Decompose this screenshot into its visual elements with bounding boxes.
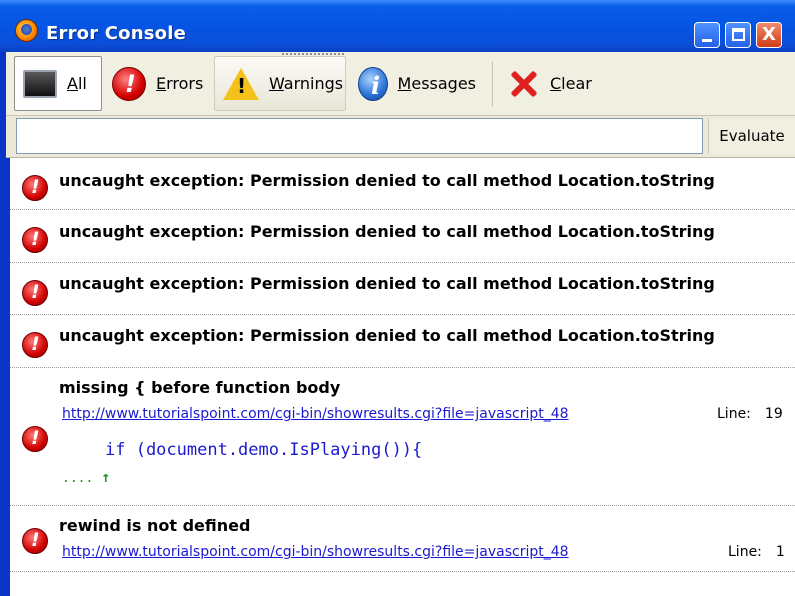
error-line-number: Line: 1: [728, 544, 785, 560]
error-caret: .... ↑: [62, 468, 111, 486]
error-icon: [22, 528, 48, 554]
error-icon: [22, 280, 48, 306]
error-source-code: if (document.demo.IsPlaying()){: [105, 440, 423, 460]
error-icon: [22, 227, 48, 253]
toolbar-grip: [282, 53, 346, 55]
firefox-logo-icon: [15, 19, 38, 42]
minimize-button[interactable]: [694, 22, 720, 48]
info-icon: [358, 66, 388, 101]
clear-button[interactable]: Clear: [498, 56, 602, 111]
error-icon: [112, 66, 146, 101]
filter-messages-label: Messages: [397, 74, 476, 93]
list-item[interactable]: rewind is not defined http://www.tutoria…: [10, 506, 795, 572]
title-bar[interactable]: Error Console X: [0, 0, 795, 52]
close-icon: X: [762, 24, 776, 45]
evaluate-input[interactable]: [16, 118, 703, 154]
close-button[interactable]: X: [756, 22, 782, 48]
filter-all-button[interactable]: All: [14, 56, 102, 111]
error-message: uncaught exception: Permission denied to…: [59, 274, 715, 293]
warning-icon: [223, 67, 259, 100]
filter-messages-button[interactable]: Messages: [350, 56, 484, 111]
error-source-link[interactable]: http://www.tutorialspoint.com/cgi-bin/sh…: [62, 544, 569, 560]
filter-errors-label: Errors: [156, 74, 204, 93]
error-message: uncaught exception: Permission denied to…: [59, 326, 715, 345]
console-icon: [23, 69, 57, 98]
list-item[interactable]: uncaught exception: Permission denied to…: [10, 210, 795, 263]
error-line-number: Line: 19: [717, 406, 783, 422]
error-message: uncaught exception: Permission denied to…: [59, 171, 715, 190]
filter-warnings-button[interactable]: Warnings: [214, 56, 346, 111]
filter-warnings-label: Warnings: [269, 74, 344, 93]
window-title: Error Console: [46, 23, 187, 44]
maximize-icon: [732, 28, 745, 41]
error-source-link[interactable]: http://www.tutorialspoint.com/cgi-bin/sh…: [62, 406, 569, 422]
error-message: uncaught exception: Permission denied to…: [59, 222, 715, 241]
error-icon: [22, 175, 48, 201]
evaluate-button[interactable]: Evaluate: [708, 118, 795, 154]
clear-x-icon: [506, 67, 540, 101]
toolbar-separator: [492, 62, 493, 106]
error-icon: [22, 426, 48, 452]
list-item[interactable]: uncaught exception: Permission denied to…: [10, 158, 795, 210]
error-message: rewind is not defined: [59, 516, 251, 535]
minimize-icon: [702, 39, 712, 42]
error-message: missing { before function body: [59, 378, 341, 397]
list-item[interactable]: uncaught exception: Permission denied to…: [10, 263, 795, 315]
maximize-button[interactable]: [725, 22, 751, 48]
clear-label: Clear: [550, 74, 592, 93]
error-icon: [22, 332, 48, 358]
filter-errors-button[interactable]: Errors: [104, 56, 212, 111]
list-item[interactable]: missing { before function body http://ww…: [10, 368, 795, 506]
list-item[interactable]: uncaught exception: Permission denied to…: [10, 315, 795, 368]
filter-all-label: All: [67, 74, 87, 93]
caret-arrow-icon: ↑: [101, 468, 111, 486]
